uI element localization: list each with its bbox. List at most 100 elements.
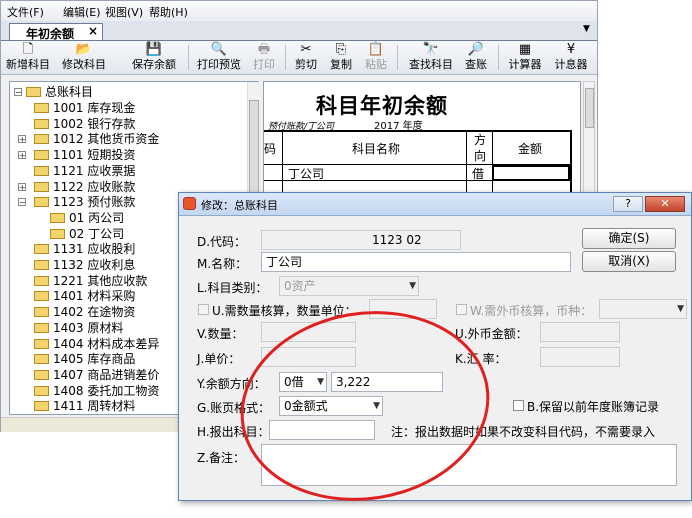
print-button[interactable]: 🖶 打印 (249, 42, 279, 73)
menu-view[interactable]: 视图(V) (105, 4, 143, 20)
tree-item[interactable]: 1401 材料采购 (34, 288, 135, 304)
tree-item[interactable]: +1122 应收账款 (18, 179, 135, 195)
close-button[interactable]: ✕ (645, 196, 685, 212)
chevron-down-icon: ▼ (317, 377, 324, 387)
tab-dropdown-icon[interactable]: ▼ (583, 24, 590, 34)
tree-item[interactable]: 1408 委托加工物资 (34, 383, 159, 399)
interest-calculator-button[interactable]: ¥ 计息器 (550, 42, 592, 73)
calculator-button[interactable]: ▦ 计算器 (504, 42, 546, 73)
col-name-header: 科目名称 (352, 142, 401, 156)
ok-button[interactable]: 确定(S) (582, 228, 676, 249)
folder-icon (34, 275, 49, 286)
code-label: D.代码： (197, 235, 247, 249)
tree-item[interactable]: 1403 原材料 (34, 320, 123, 336)
copy-button[interactable]: ⎘ 复制 (326, 42, 356, 73)
tree-item[interactable]: 1421 消耗性生物资产 (34, 414, 171, 415)
tree-item[interactable]: 1405 库存商品 (34, 351, 135, 367)
page-format-select[interactable]: 0金额式 ▼ (279, 396, 383, 416)
folder-icon (34, 307, 49, 318)
folder-icon (34, 197, 49, 208)
app-icon (183, 197, 196, 210)
print-preview-button[interactable]: 🔍 打印预览 (193, 42, 245, 73)
quantity-field (261, 322, 356, 342)
folder-icon (26, 87, 41, 97)
tree-item[interactable]: 1001 库存现金 (34, 100, 135, 116)
help-button[interactable]: ? (613, 196, 643, 212)
tree-item[interactable]: 1407 商品进销差价 (34, 367, 159, 383)
tree-item[interactable]: +1012 其他货币资金 (18, 131, 159, 147)
save-icon: 💾 (145, 42, 163, 57)
scissors-icon: ✂ (300, 42, 312, 57)
tree-item[interactable]: +1101 短期投资 (18, 147, 135, 163)
price-label: J.单价： (197, 352, 241, 366)
find-account-button[interactable]: 🔭 查找科目 (405, 42, 457, 73)
report-scroll-thumb[interactable] (585, 88, 594, 128)
expand-icon[interactable]: + (18, 151, 26, 160)
col-code-header: 码 (264, 142, 277, 156)
toolbar-separator (498, 45, 499, 70)
new-file-icon: 🗋 (22, 42, 34, 57)
collapse-icon[interactable]: − (18, 198, 26, 207)
calculator-icon: ▦ (518, 42, 532, 57)
folder-icon (34, 322, 49, 333)
report-account-label: H.报出科目： (197, 425, 270, 439)
balance-input[interactable]: 3,222 (331, 372, 443, 392)
quantity-checkbox[interactable] (198, 304, 209, 315)
tree-item[interactable]: 1132 应收利息 (34, 257, 135, 273)
check-ledger-button[interactable]: 🔎 查账 (461, 42, 491, 73)
tree-item[interactable]: 1121 应收票据 (34, 163, 135, 179)
tree-item[interactable]: 1402 在途物资 (34, 304, 135, 320)
direction-label: Y.余额方向： (197, 377, 266, 391)
paste-button[interactable]: 📋 粘贴 (361, 42, 391, 73)
tree-subitem[interactable]: 02 丁公司 (50, 226, 124, 242)
menu-edit[interactable]: 编辑(E) (63, 4, 101, 20)
category-select: 0资产 ▼ (279, 276, 419, 296)
tree-item[interactable]: 1131 应收股利 (34, 241, 135, 257)
selected-cell[interactable] (492, 165, 570, 181)
tab-opening-balance[interactable]: 年初余额 × (9, 23, 103, 41)
toolbar-separator (285, 45, 286, 70)
menu-file[interactable]: 文件(F) (7, 4, 44, 20)
folder-icon (34, 150, 49, 161)
cut-button[interactable]: ✂ 剪切 (291, 42, 321, 73)
folder-icon (34, 260, 49, 270)
print-preview-icon: 🔍 (210, 42, 228, 57)
folder-icon (34, 401, 49, 412)
keep-records-checkbox[interactable] (513, 400, 524, 411)
name-input[interactable]: 丁公司 (261, 252, 571, 272)
foreign-amount-label: U.外币金额： (455, 327, 528, 341)
toolbar: 🗋 新增科目 📂 修改科目 💾 保存余额 🔍 打印预览 🖶 打印 ✂ 剪切 ⎘ 复制 📋 粘贴 … (1, 41, 597, 75)
collapse-icon[interactable]: − (14, 88, 22, 97)
expand-icon[interactable]: + (18, 135, 26, 144)
tree-item[interactable]: 1411 周转材料 (34, 398, 135, 414)
tree-item[interactable]: −1123 预付账款 (18, 194, 135, 210)
tab-label: 年初余额 (26, 27, 75, 41)
expand-icon[interactable]: + (18, 182, 26, 191)
save-balance-button[interactable]: 💾 保存余额 (129, 42, 179, 73)
quantity-check-label: U.需数量核算，数量单位： (212, 304, 357, 318)
foreign-currency-checkbox[interactable] (456, 304, 467, 315)
remark-label: Z.备注： (197, 451, 246, 465)
document-tab-row: 年初余额 × ▼ (1, 21, 597, 41)
dialog-title-bar[interactable]: 修改：总账科目 ? ✕ (179, 193, 691, 216)
folder-icon (34, 244, 49, 255)
name-label: M.名称： (197, 257, 248, 271)
folder-icon (50, 212, 65, 223)
tab-close-icon[interactable]: × (88, 24, 98, 38)
category-label: L.科目类别： (197, 281, 268, 295)
toolbar-separator (397, 45, 398, 70)
cancel-button[interactable]: 取消(X) (582, 251, 676, 272)
edit-account-button[interactable]: 📂 修改科目 (59, 42, 109, 73)
folder-icon (34, 354, 49, 365)
direction-select[interactable]: 0借 ▼ (279, 372, 327, 392)
tree-item[interactable]: 1404 材料成本差异 (34, 336, 159, 352)
menu-help[interactable]: 帮助(H) (149, 4, 188, 20)
new-account-button[interactable]: 🗋 新增科目 (3, 42, 53, 73)
tree-root[interactable]: − 总账科目 (14, 84, 93, 100)
report-account-input[interactable] (269, 420, 375, 440)
col-amount-header: 金额 (518, 142, 543, 156)
remark-textarea[interactable] (261, 444, 677, 486)
tree-subitem[interactable]: 01 丙公司 (50, 210, 124, 226)
tree-item[interactable]: 1002 银行存款 (34, 116, 135, 132)
tree-item[interactable]: 1221 其他应收款 (34, 273, 147, 289)
